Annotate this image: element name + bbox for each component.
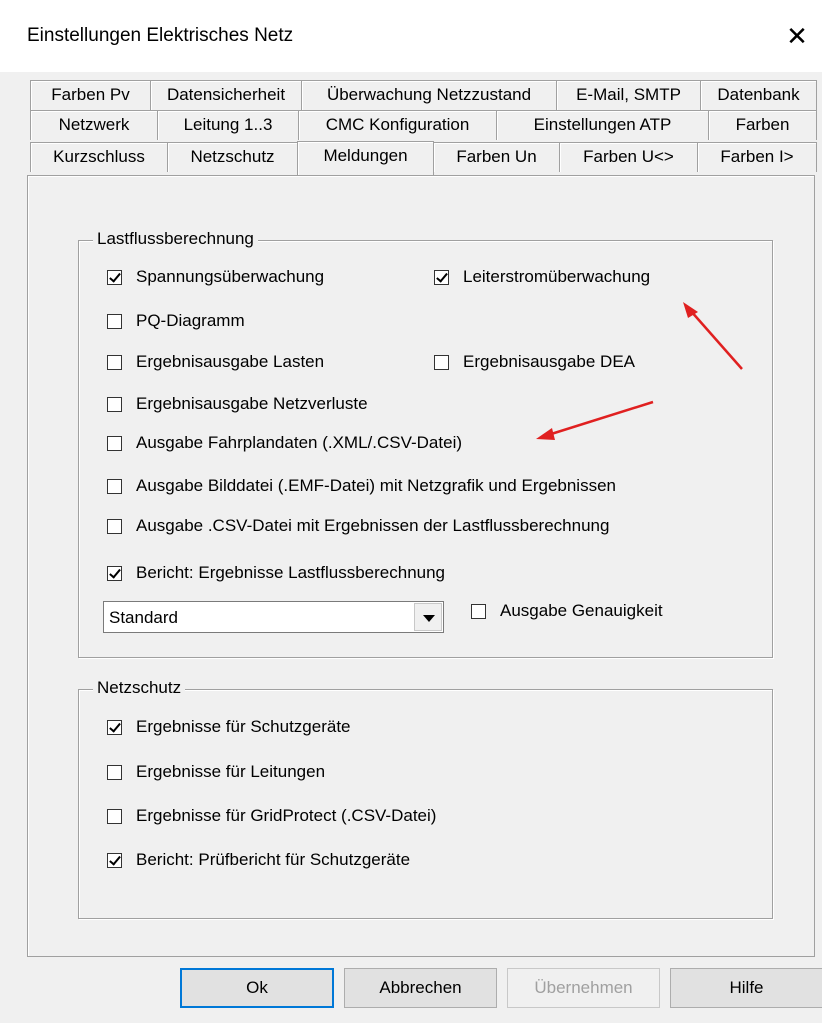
ok-button[interactable]: Ok xyxy=(180,968,334,1008)
cancel-button[interactable]: Abbrechen xyxy=(344,968,497,1008)
tab-meldungen[interactable]: Meldungen xyxy=(297,141,434,175)
annotation-arrow xyxy=(547,400,654,437)
annotation-arrow xyxy=(689,309,743,370)
help-button[interactable]: Hilfe xyxy=(670,968,822,1008)
arrow-head xyxy=(536,428,555,440)
apply-button[interactable]: Übernehmen xyxy=(507,968,660,1008)
